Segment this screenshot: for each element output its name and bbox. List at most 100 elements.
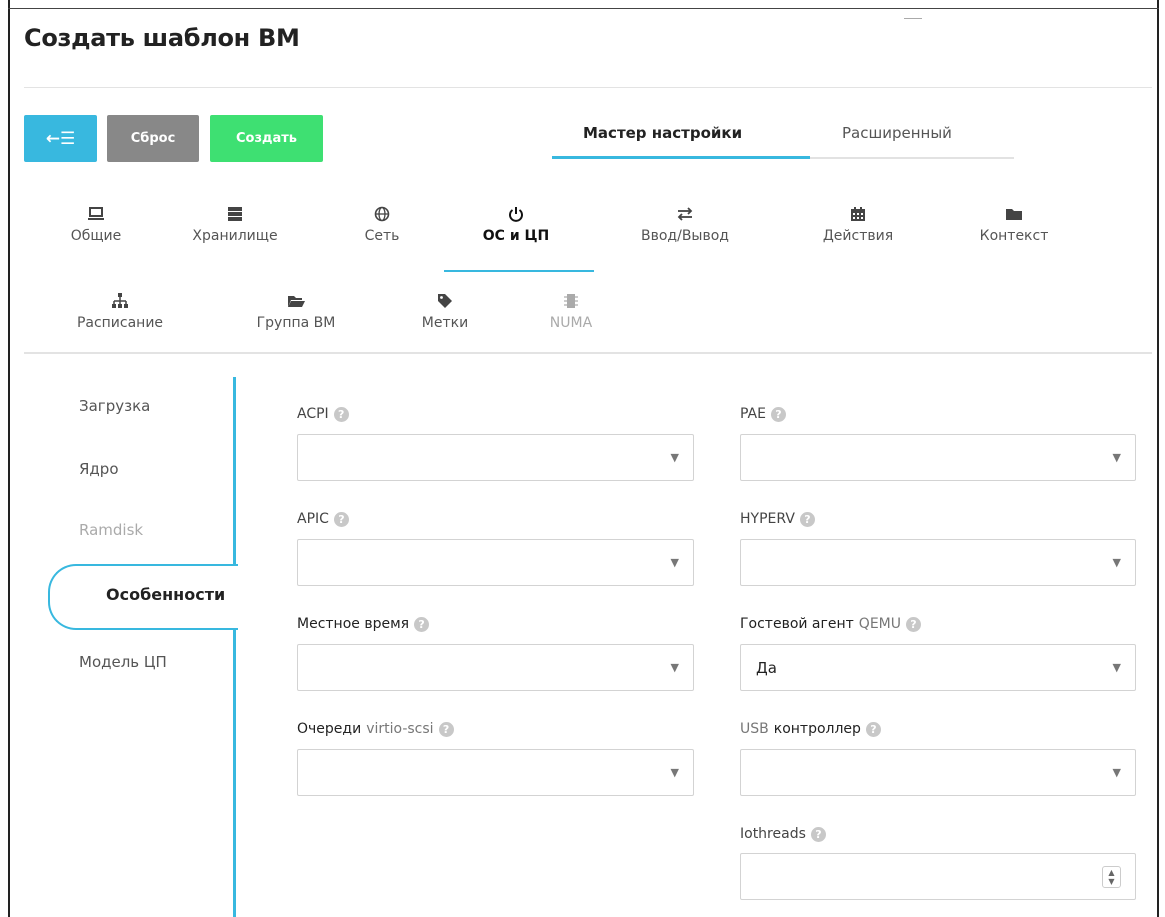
tab-label: ОС и ЦП xyxy=(482,228,550,244)
help-icon[interactable]: ? xyxy=(770,406,786,422)
side-nav-line xyxy=(233,377,236,566)
tab-os-cpu[interactable]: ОС и ЦП xyxy=(466,206,566,244)
side-item-cpu-model[interactable]: Модель ЦП xyxy=(79,653,167,671)
chevron-down-icon: ▼ xyxy=(1112,766,1121,779)
tab-input-output[interactable]: Ввод/Вывод xyxy=(620,206,750,244)
help-icon[interactable]: ? xyxy=(799,511,815,527)
tab-schedule[interactable]: Расписание xyxy=(60,293,180,331)
tab-storage[interactable]: Хранилище xyxy=(180,206,290,244)
guest-agent-select[interactable]: Да ▼ xyxy=(740,644,1136,691)
tab-general[interactable]: Общие xyxy=(56,206,136,244)
tab-network[interactable]: Сеть xyxy=(352,206,412,244)
chip-icon xyxy=(536,293,606,315)
back-to-list-button[interactable]: ←☰ xyxy=(24,115,97,162)
usb-controller-select[interactable]: ▼ xyxy=(740,749,1136,796)
side-nav-line xyxy=(233,628,236,917)
globe-icon xyxy=(352,206,412,228)
number-spinner-icon[interactable]: ▲ ▼ xyxy=(1102,866,1121,888)
window-top-border xyxy=(8,8,1159,9)
tab-label: Ввод/Вывод xyxy=(641,228,729,244)
tab-label: Хранилище xyxy=(192,228,278,244)
tag-icon xyxy=(405,293,485,315)
localtime-select[interactable]: ▼ xyxy=(297,644,694,691)
exchange-icon xyxy=(620,206,750,228)
hyperv-select[interactable]: ▼ xyxy=(740,539,1136,586)
tab-advanced[interactable]: Расширенный xyxy=(842,124,952,142)
tab-label: Расписание xyxy=(76,315,164,331)
apic-select[interactable]: ▼ xyxy=(297,539,694,586)
mode-tab-active-indicator xyxy=(552,156,810,159)
storage-icon xyxy=(180,206,290,228)
localtime-label: Местное время ? xyxy=(297,616,430,632)
tab-context[interactable]: Контекст xyxy=(964,206,1064,244)
tab-label: Сеть xyxy=(364,228,400,244)
calendar-icon xyxy=(808,206,908,228)
window-left-border xyxy=(8,0,10,917)
field-label-text: Местное время xyxy=(297,616,410,632)
tab-actions[interactable]: Действия xyxy=(808,206,908,244)
help-icon[interactable]: ? xyxy=(906,616,921,632)
window-right-border xyxy=(1157,0,1159,917)
field-label-text: ACPI xyxy=(297,406,329,422)
select-value: Да xyxy=(756,659,777,677)
tab-label: Метки xyxy=(421,315,469,331)
top-mark xyxy=(904,18,922,19)
side-item-features[interactable]: Особенности xyxy=(106,585,225,604)
iothreads-label: Iothreads ? xyxy=(740,826,826,842)
side-item-boot[interactable]: Загрузка xyxy=(79,397,150,415)
field-label-text: USB xyxy=(740,721,769,737)
hyperv-label: HYPERV ? xyxy=(740,511,815,527)
field-label-text: virtio-scsi xyxy=(366,721,434,737)
field-label-text: APIC xyxy=(297,511,329,527)
field-label-text: контроллер xyxy=(773,721,861,737)
help-icon[interactable]: ? xyxy=(810,826,826,842)
tab-labels[interactable]: Метки xyxy=(405,293,485,331)
section-tab-active-indicator xyxy=(444,270,594,272)
pae-label: PAE ? xyxy=(740,406,786,422)
power-icon xyxy=(466,206,566,228)
tab-label: Группа ВМ xyxy=(256,315,336,331)
tab-label: NUMA xyxy=(549,315,593,331)
field-label-text: Iothreads xyxy=(740,826,806,842)
help-icon[interactable]: ? xyxy=(865,721,881,737)
laptop-icon xyxy=(56,206,136,228)
pae-select[interactable]: ▼ xyxy=(740,434,1136,481)
help-icon[interactable]: ? xyxy=(438,721,454,737)
virtio-queues-select[interactable]: ▼ xyxy=(297,749,694,796)
folder-open-icon xyxy=(236,293,356,315)
acpi-select[interactable]: ▼ xyxy=(297,434,694,481)
help-icon[interactable]: ? xyxy=(414,616,430,632)
virtio-queues-label: Очереди virtio-scsi ? xyxy=(297,721,454,737)
field-label-text: Гостевой агент xyxy=(740,616,854,632)
chevron-down-icon: ▼ xyxy=(670,766,679,779)
folder-icon xyxy=(964,206,1064,228)
tab-wizard[interactable]: Мастер настройки xyxy=(583,124,742,142)
tab-numa[interactable]: NUMA xyxy=(536,293,606,331)
field-label-text: HYPERV xyxy=(740,511,795,527)
chevron-down-icon: ▼ xyxy=(1112,556,1121,569)
help-icon[interactable]: ? xyxy=(333,511,349,527)
tab-label: Действия xyxy=(822,228,894,244)
guest-agent-label: Гостевой агент QEMU ? xyxy=(740,616,921,632)
side-item-kernel[interactable]: Ядро xyxy=(79,460,119,478)
help-icon[interactable]: ? xyxy=(333,406,349,422)
tabs-divider xyxy=(24,352,1152,354)
page-title: Создать шаблон ВМ xyxy=(24,24,300,52)
chevron-down-icon: ▼ xyxy=(670,661,679,674)
iothreads-input[interactable]: ▲ ▼ xyxy=(740,853,1136,900)
usb-controller-label: USB контроллер ? xyxy=(740,721,881,737)
chevron-down-icon: ▼ xyxy=(1112,661,1121,674)
title-divider xyxy=(24,87,1152,88)
reset-button[interactable]: Сброс xyxy=(107,115,199,162)
acpi-label: ACPI ? xyxy=(297,406,349,422)
chevron-down-icon: ▼ xyxy=(670,451,679,464)
tab-label: Контекст xyxy=(979,228,1049,244)
chevron-down-icon: ▼ xyxy=(1112,451,1121,464)
field-label-text: Очереди xyxy=(297,721,362,737)
apic-label: APIC ? xyxy=(297,511,349,527)
side-item-ramdisk[interactable]: Ramdisk xyxy=(79,521,143,539)
tab-vm-group[interactable]: Группа ВМ xyxy=(236,293,356,331)
sitemap-icon xyxy=(60,293,180,315)
create-button[interactable]: Создать xyxy=(210,115,323,162)
field-label-text: QEMU xyxy=(858,616,901,632)
